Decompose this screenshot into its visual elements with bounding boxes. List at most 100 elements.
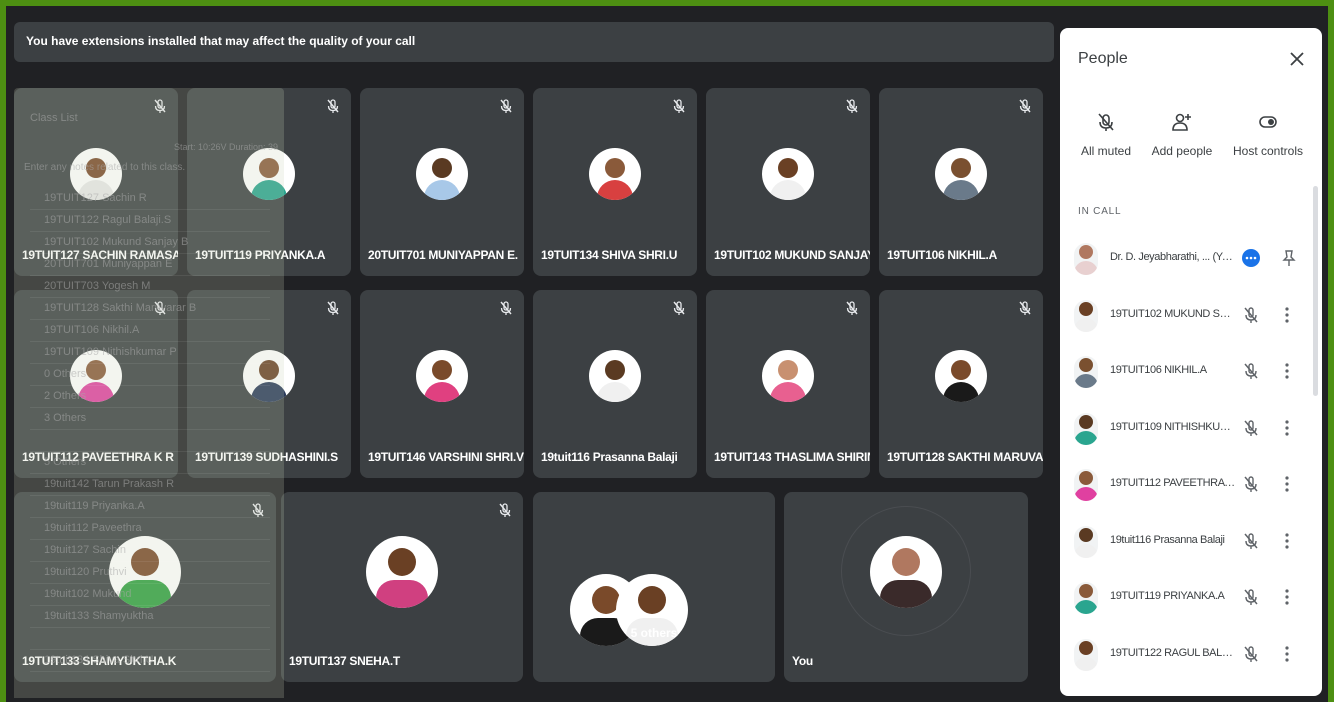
participant-row[interactable]: 19TUIT102 MUKUND SANJ... — [1060, 288, 1322, 344]
mic-off-icon[interactable] — [1242, 588, 1260, 606]
class-list-row-label: 19tuit112 Paveethra — [44, 522, 142, 534]
participant-tile[interactable]: 19TUIT134 SHIVA SHRI.U — [533, 88, 697, 276]
participant-row[interactable]: 19TUIT122 RAGUL BALAJI.S — [1060, 627, 1322, 683]
class-list-row[interactable]: 20TUIT701 Muniyappan E — [30, 254, 270, 276]
participant-row[interactable]: Dr. D. Jeyabharathi, ... (You) — [1060, 231, 1322, 287]
add-people-label: Add people — [1151, 144, 1213, 158]
participant-avatar — [416, 350, 468, 402]
participant-name: 19TUIT146 VARSHINI SHRI.V — [368, 450, 524, 464]
more-vert-icon[interactable] — [1282, 475, 1292, 493]
class-list-row[interactable]: 19tuit134 Shiva Shri.U — [30, 650, 270, 672]
participant-name: 19TUIT122 RAGUL BALAJI.S — [1110, 646, 1236, 659]
mic-off-icon — [325, 300, 341, 316]
host-controls-button[interactable]: Host controls — [1226, 112, 1310, 158]
people-panel: People All muted Add people Host control… — [1060, 28, 1322, 696]
mic-off-icon[interactable] — [1242, 362, 1260, 380]
class-list-row[interactable]: 19tuit119 Priyanka.A — [30, 496, 270, 518]
class-list-row[interactable]: 19tuit133 Shamyuktha — [30, 606, 270, 628]
others-count-label: 5 others — [630, 626, 678, 640]
class-list-row-label: 19TUIT106 Nikhil.A — [44, 324, 140, 336]
class-list-row-label: 19TUIT109 Nithishkumar P — [44, 346, 177, 358]
participant-avatar — [1074, 412, 1098, 445]
participant-name: You — [792, 654, 813, 668]
people-panel-title: People — [1078, 50, 1128, 67]
close-icon[interactable] — [1288, 50, 1306, 68]
class-list-row-label: 19TUIT102 Mukund Sanjay B — [44, 236, 189, 248]
mic-off-icon — [671, 300, 687, 316]
class-list-row[interactable]: 19tuit120 Pruthvi — [30, 562, 270, 584]
people-scrollbar[interactable] — [1313, 186, 1318, 396]
mic-off-icon — [1017, 300, 1033, 316]
participant-row[interactable]: 19TUIT106 NIKHIL.A — [1060, 344, 1322, 400]
participant-tile[interactable]: 19tuit116 Prasanna Balaji — [533, 290, 697, 478]
mic-off-icon[interactable] — [1242, 306, 1260, 324]
more-vert-icon[interactable] — [1282, 419, 1292, 437]
participant-avatar — [366, 536, 438, 608]
participant-row[interactable]: 19TUIT112 PAVEETHRA K R — [1060, 457, 1322, 513]
participant-row[interactable]: 19TUIT119 PRIYANKA.A — [1060, 570, 1322, 626]
all-muted-label: All muted — [1080, 144, 1132, 158]
participant-tile[interactable]: 19TUIT146 VARSHINI SHRI.V — [360, 290, 524, 478]
pin-icon[interactable] — [1282, 249, 1296, 267]
participant-name: Dr. D. Jeyabharathi, ... (You) — [1110, 251, 1236, 263]
class-list-row[interactable] — [30, 628, 270, 650]
class-list-row[interactable]: 19TUIT128 Sakthi Maruvarar B — [30, 298, 270, 320]
participant-avatar — [589, 350, 641, 402]
class-list-row[interactable]: 19TUIT127 Sachin R — [30, 188, 270, 210]
participant-name: 19TUIT112 PAVEETHRA K R — [1110, 477, 1236, 489]
participant-tile[interactable]: 20TUIT701 MUNIYAPPAN E. — [360, 88, 524, 276]
mic-off-icon[interactable] — [1242, 419, 1260, 437]
participant-name: 19TUIT143 THASLIMA SHIRIN.R — [714, 450, 870, 464]
all-muted-button[interactable]: All muted — [1064, 112, 1148, 158]
participant-avatar — [1074, 469, 1098, 501]
class-list-row[interactable]: 0 Others — [30, 364, 270, 386]
participant-tile[interactable]: 19TUIT128 SAKTHI MARUVAR... — [879, 290, 1043, 478]
more-vert-icon[interactable] — [1282, 588, 1292, 606]
participant-tile[interactable]: 19TUIT102 MUKUND SANJAY.B — [706, 88, 870, 276]
more-options-icon[interactable] — [1242, 249, 1260, 267]
participant-name: 19TUIT137 SNEHA.T — [289, 654, 400, 668]
participant-tile[interactable]: You — [784, 492, 1028, 682]
meeting-stage: You have extensions installed that may a… — [6, 6, 1328, 702]
mic-off-icon — [498, 98, 514, 114]
more-vert-icon[interactable] — [1282, 306, 1292, 324]
more-vert-icon[interactable] — [1282, 645, 1292, 663]
class-list-row[interactable]: 19TUIT102 Mukund Sanjay B — [30, 232, 270, 254]
class-list-row-label: 19tuit134 Shiva Shri.U — [44, 654, 154, 666]
class-list-row[interactable]: 19tuit102 Mukund — [30, 584, 270, 606]
participant-avatar — [1074, 525, 1098, 558]
class-list-row[interactable]: 19TUIT106 Nikhil.A — [30, 320, 270, 342]
class-list-row-label: 0 Others — [44, 368, 87, 380]
class-list-row[interactable]: 19TUIT122 Ragul Balaji.S — [30, 210, 270, 232]
participant-tile[interactable]: 19TUIT137 SNEHA.T — [281, 492, 523, 682]
participant-name: 19TUIT109 NITHISHKUMA... — [1110, 420, 1236, 433]
class-list-row-label: 19TUIT122 Ragul Balaji.S — [44, 214, 172, 226]
participant-avatar — [1074, 299, 1098, 332]
more-vert-icon[interactable] — [1282, 362, 1292, 380]
class-list-row[interactable]: 19TUIT109 Nithishkumar P — [30, 342, 270, 364]
class-list-row[interactable] — [30, 430, 270, 452]
mic-off-icon — [844, 300, 860, 316]
more-vert-icon[interactable] — [1282, 532, 1292, 550]
class-list-overlay[interactable]: Class List Start: 10:26V Duration: 39 En… — [14, 88, 284, 702]
participant-tile[interactable]: 19TUIT106 NIKHIL.A — [879, 88, 1043, 276]
add-people-button[interactable]: Add people — [1140, 112, 1224, 158]
class-list-row[interactable]: 5 Others — [30, 452, 270, 474]
participant-tile[interactable]: 5 others — [533, 492, 775, 682]
class-list-row[interactable]: 20TUIT703 Yogesh M — [30, 276, 270, 298]
mic-off-icon — [325, 98, 341, 114]
class-list-row[interactable]: 3 Others — [30, 408, 270, 430]
participant-tile[interactable]: 19TUIT143 THASLIMA SHIRIN.R — [706, 290, 870, 478]
class-list-row[interactable]: 19tuit112 Paveethra — [30, 518, 270, 540]
class-list-row-label: 5 Others — [44, 456, 87, 468]
mic-off-icon[interactable] — [1242, 645, 1260, 663]
class-list-row[interactable]: 19tuit142 Tarun Prakash R — [30, 474, 270, 496]
toggle-icon — [1259, 116, 1277, 128]
participant-row[interactable]: 19TUIT109 NITHISHKUMA... — [1060, 401, 1322, 457]
class-list-row[interactable]: 19tuit127 Sachin — [30, 540, 270, 562]
mic-off-icon[interactable] — [1242, 475, 1260, 493]
mic-off-icon[interactable] — [1242, 532, 1260, 550]
class-list-row[interactable]: 2 Others — [30, 386, 270, 408]
participant-row[interactable]: 19tuit116 Prasanna Balaji — [1060, 514, 1322, 570]
bottom-strip — [6, 698, 1328, 702]
